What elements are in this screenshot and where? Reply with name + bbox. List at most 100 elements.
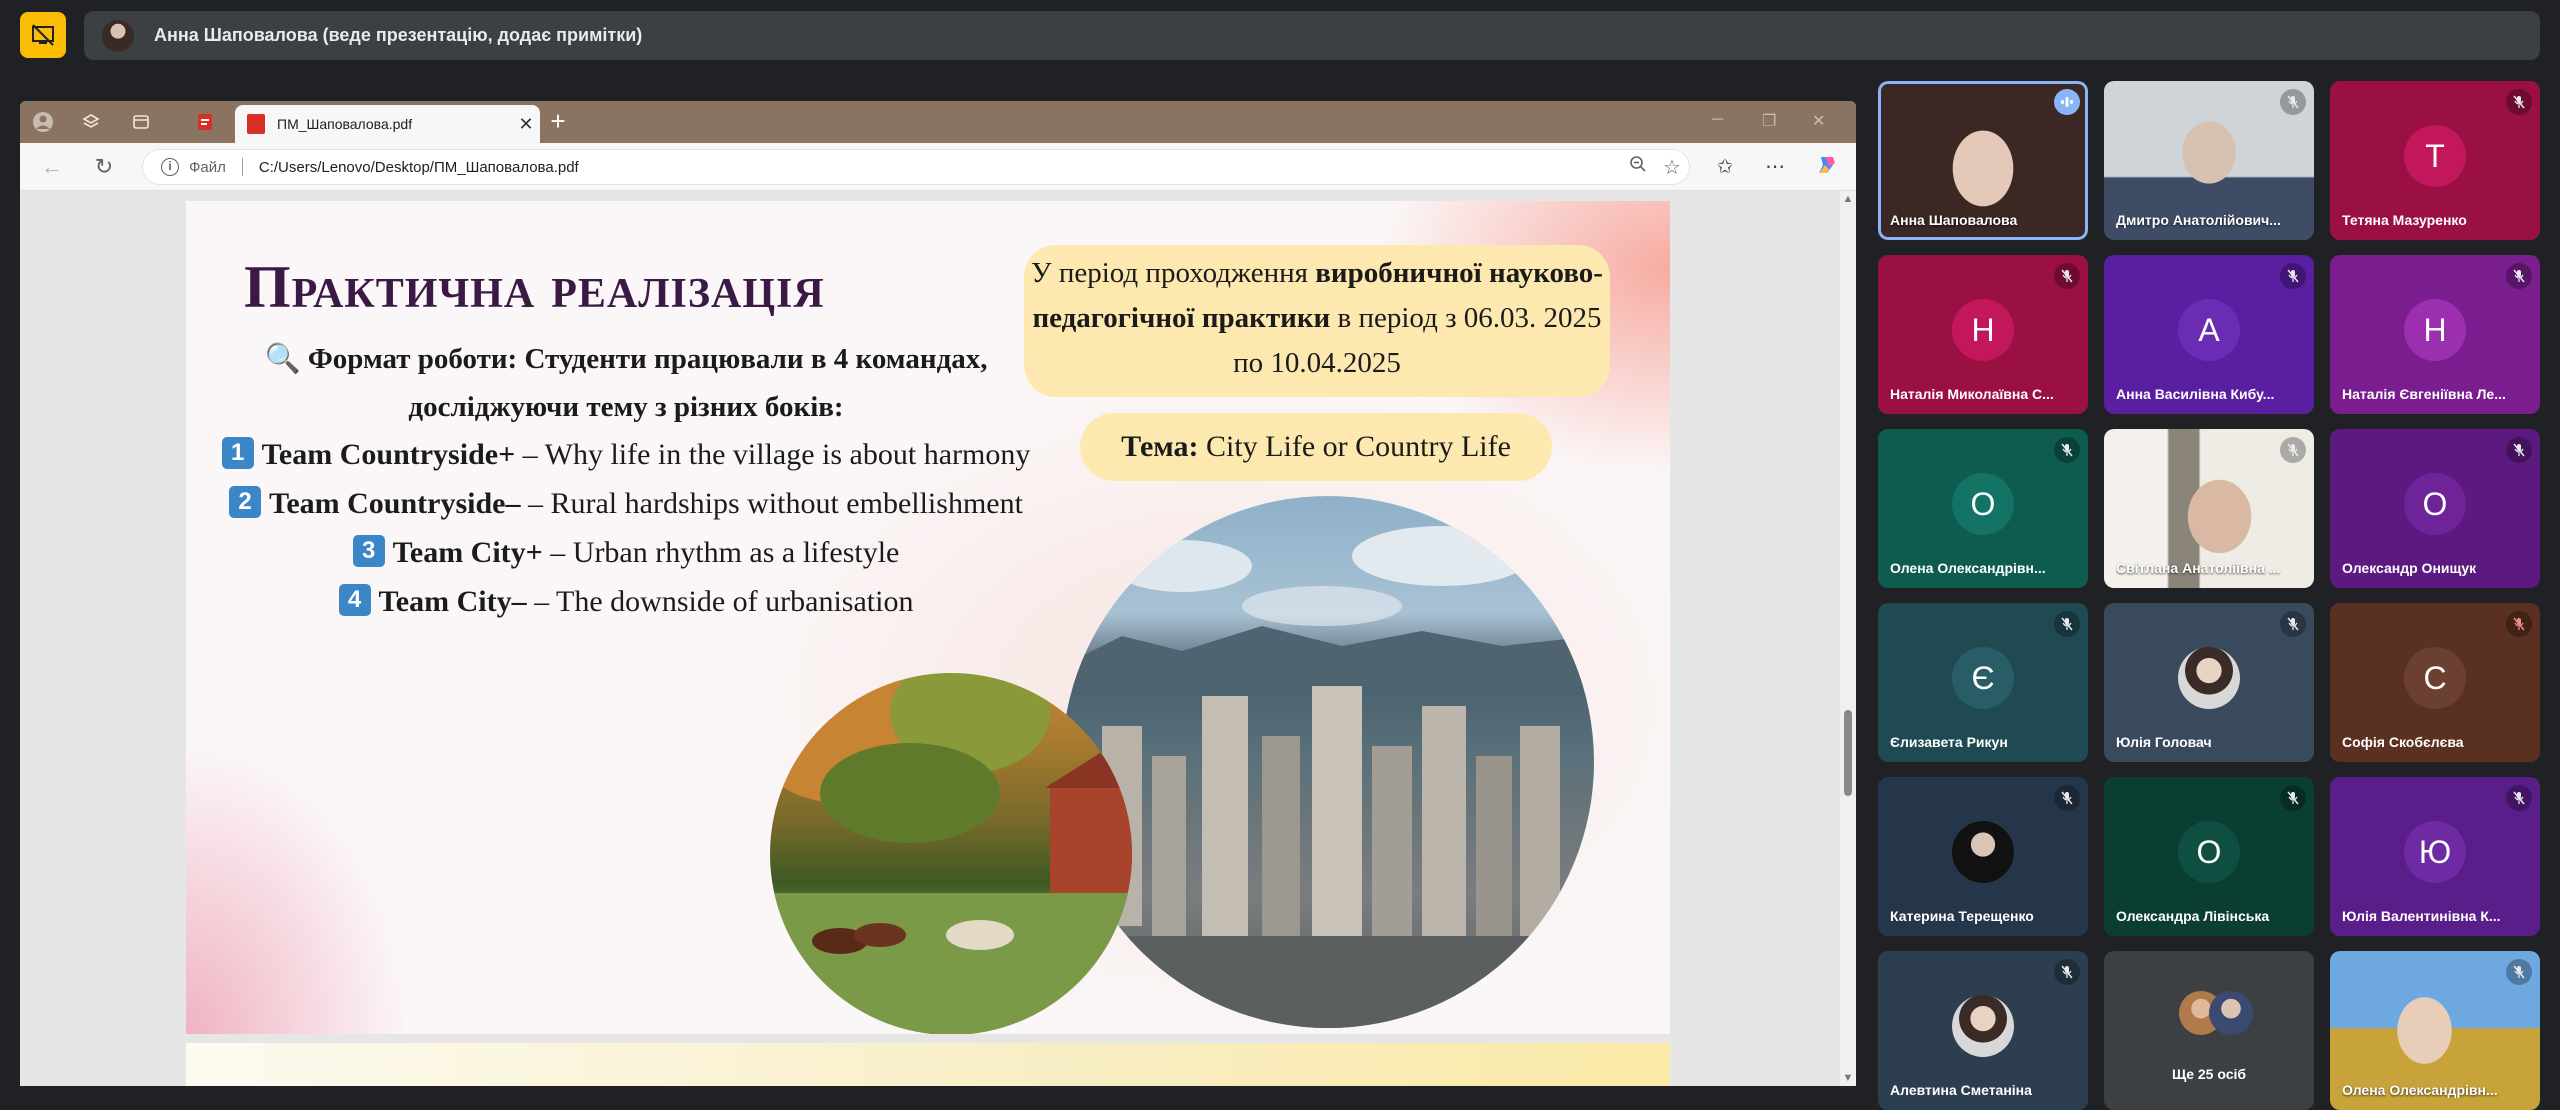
address-bar[interactable]: i Файл C:/Users/Lenovo/Desktop/ПМ_Шапова… bbox=[142, 149, 1690, 185]
participant-tile[interactable]: Олена Олександрівн... bbox=[2330, 951, 2540, 1110]
team-item-2: 2 Team Countryside– – Rural hardships wit… bbox=[196, 484, 1056, 524]
favorite-star-icon[interactable]: ☆ bbox=[1655, 155, 1689, 180]
avatar bbox=[2178, 647, 2240, 709]
topic-callout: Тема: City Life or Country Life bbox=[1080, 413, 1552, 481]
tab-pdf[interactable]: ПМ_Шаповалова.pdf ✕ bbox=[235, 105, 540, 143]
avatar: Є bbox=[1952, 647, 2014, 709]
slide-page: Практична реалізація 🔍 Формат роботи: Ст… bbox=[186, 201, 1670, 1034]
mic-off-icon bbox=[2506, 89, 2532, 115]
present-off-icon bbox=[32, 24, 54, 46]
team-desc: – Urban rhythm as a lifestyle bbox=[542, 536, 900, 569]
participant-tile[interactable]: С Софія Скобєлєва bbox=[2330, 603, 2540, 762]
avatar: Н bbox=[1952, 299, 2014, 361]
participant-tile[interactable]: А Анна Василівна Кибу... bbox=[2104, 255, 2314, 414]
team-name: Team City+ bbox=[392, 536, 543, 569]
speaking-icon bbox=[2054, 89, 2080, 115]
participant-tile[interactable]: Ю Юлія Валентинівна К... bbox=[2330, 777, 2540, 936]
team-desc: – Rural hardships without embellishment bbox=[520, 487, 1023, 520]
participant-tile[interactable]: Н Наталія Миколаївна С... bbox=[1878, 255, 2088, 414]
participant-name: Юлія Валентинівна К... bbox=[2342, 908, 2501, 924]
mic-off-icon bbox=[2506, 263, 2532, 289]
participant-tile[interactable]: О Олександра Лівінська bbox=[2104, 777, 2314, 936]
participant-tile[interactable]: Анна Шаповалова bbox=[1878, 81, 2088, 240]
zoom-icon[interactable] bbox=[1621, 155, 1655, 179]
participant-name: Олена Олександрівн... bbox=[1890, 560, 2046, 576]
new-tab-button[interactable]: + bbox=[542, 107, 574, 137]
minimize-button[interactable]: ─ bbox=[1712, 111, 1723, 129]
browser-window: ПМ_Шаповалова.pdf ✕ + ─ ❐ ✕ ← ↻ i Файл C… bbox=[20, 101, 1856, 1086]
participant-name: Тетяна Мазуренко bbox=[2342, 212, 2467, 228]
city-image bbox=[1062, 496, 1594, 1028]
participant-tile[interactable]: Юлія Головач bbox=[2104, 603, 2314, 762]
topic-label: Тема: bbox=[1121, 430, 1199, 463]
team-name: Team Countryside– bbox=[269, 487, 521, 520]
participant-tile[interactable]: Алевтина Сметаніна bbox=[1878, 951, 2088, 1110]
avatar: О bbox=[2404, 473, 2466, 535]
mic-off-icon bbox=[2054, 611, 2080, 637]
participant-tile[interactable]: Ще 25 осіб bbox=[2104, 951, 2314, 1110]
number-badge-icon: 4 bbox=[338, 584, 371, 616]
team-desc: – The downside of urbanisation bbox=[526, 585, 914, 618]
participant-name: Ще 25 осіб bbox=[2171, 1066, 2247, 1082]
countryside-image bbox=[770, 673, 1132, 1034]
participant-tile[interactable]: О Олександр Онищук bbox=[2330, 429, 2540, 588]
slide-title: Практична реалізація bbox=[244, 254, 825, 320]
participant-tile[interactable]: Н Наталія Євгеніївна Ле... bbox=[2330, 255, 2540, 414]
reload-button[interactable]: ↻ bbox=[90, 153, 118, 181]
mic-off-icon bbox=[2506, 959, 2532, 985]
address-url[interactable]: C:/Users/Lenovo/Desktop/ПМ_Шаповалова.pd… bbox=[259, 159, 1621, 176]
scroll-down-icon[interactable]: ▼ bbox=[1842, 1072, 1854, 1084]
close-window-button[interactable]: ✕ bbox=[1812, 111, 1825, 131]
participant-name: Катерина Терещенко bbox=[1890, 908, 2034, 924]
avatar bbox=[1952, 995, 2014, 1057]
participant-tile[interactable]: О Олена Олександрівн... bbox=[1878, 429, 2088, 588]
format-line-1: 🔍 Формат роботи: Студенти працювали в 4 … bbox=[264, 343, 988, 375]
more-options-icon[interactable]: ⋯ bbox=[1760, 153, 1790, 183]
team-item-3: 3 Team City+ – Urban rhythm as a lifestyl… bbox=[196, 533, 1056, 573]
mic-off-icon bbox=[2506, 611, 2532, 637]
pinned-pdf-tab-icon[interactable] bbox=[192, 109, 218, 135]
avatar-stack bbox=[2179, 991, 2253, 1041]
team-name: Team Countryside+ bbox=[261, 438, 516, 471]
copilot-icon[interactable] bbox=[1812, 153, 1842, 183]
info-icon[interactable]: i bbox=[161, 158, 179, 176]
participant-tile[interactable]: Дмитро Анатолійович... bbox=[2104, 81, 2314, 240]
participant-tile[interactable]: Катерина Терещенко bbox=[1878, 777, 2088, 936]
participant-name: Олександр Онищук bbox=[2342, 560, 2477, 576]
participant-tile[interactable]: Є Єлизавета Рикун bbox=[1878, 603, 2088, 762]
mic-off-icon bbox=[2054, 263, 2080, 289]
participant-name: Юлія Головач bbox=[2116, 734, 2212, 750]
mic-off-icon bbox=[2280, 263, 2306, 289]
tab-title: ПМ_Шаповалова.pdf bbox=[277, 116, 413, 132]
participant-name: Алевтина Сметаніна bbox=[1890, 1082, 2032, 1098]
mic-off-icon bbox=[2054, 785, 2080, 811]
pdf-viewer[interactable]: Практична реалізація 🔍 Формат роботи: Ст… bbox=[20, 191, 1856, 1086]
tab-actions-icon[interactable] bbox=[128, 109, 154, 135]
mic-off-icon bbox=[2054, 437, 2080, 463]
number-badge-icon: 2 bbox=[229, 486, 262, 518]
participant-name: Єлизавета Рикун bbox=[1890, 734, 2008, 750]
participant-tile[interactable]: Світлана Анатоліївна ... bbox=[2104, 429, 2314, 588]
address-scheme-label: Файл bbox=[189, 158, 226, 176]
mic-off-icon bbox=[2506, 437, 2532, 463]
scrollbar[interactable]: ▲ ▼ bbox=[1840, 191, 1856, 1086]
participant-name: Наталія Євгеніївна Ле... bbox=[2342, 386, 2506, 402]
presenter-avatar bbox=[102, 19, 134, 52]
stop-presenting-button[interactable] bbox=[20, 12, 66, 58]
workspaces-icon[interactable] bbox=[78, 109, 104, 135]
team-desc: – Why life in the village is about harmo… bbox=[515, 438, 1031, 471]
scroll-up-icon[interactable]: ▲ bbox=[1842, 193, 1854, 205]
participant-name: Олена Олександрівн... bbox=[2342, 1082, 2498, 1098]
avatar: О bbox=[2178, 821, 2240, 883]
back-button[interactable]: ← bbox=[38, 153, 66, 181]
tab-close-icon[interactable]: ✕ bbox=[512, 114, 540, 135]
profile-icon[interactable] bbox=[30, 109, 56, 135]
pdf-file-icon bbox=[247, 114, 265, 134]
restore-button[interactable]: ❐ bbox=[1762, 111, 1776, 131]
address-toolbar: ← ↻ i Файл C:/Users/Lenovo/Desktop/ПМ_Ша… bbox=[20, 143, 1856, 191]
presenter-banner: Анна Шаповалова (веде презентацію, додає… bbox=[84, 11, 2540, 60]
tab-strip: ПМ_Шаповалова.pdf ✕ + ─ ❐ ✕ bbox=[20, 101, 1856, 143]
participant-tile[interactable]: Т Тетяна Мазуренко bbox=[2330, 81, 2540, 240]
favorites-icon[interactable]: ✩ bbox=[1710, 153, 1740, 183]
scroll-thumb[interactable] bbox=[1844, 710, 1852, 796]
